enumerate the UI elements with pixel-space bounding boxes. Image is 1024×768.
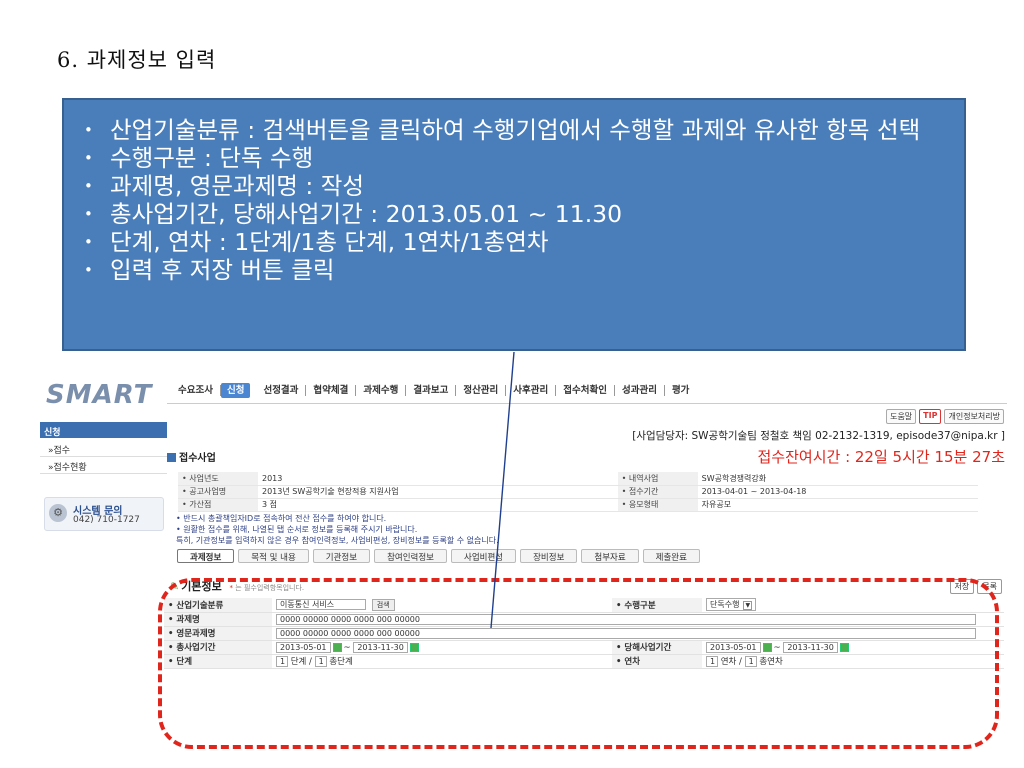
bullet-icon: • — [84, 149, 93, 167]
table-row: • 사업년도 2013 • 내역사업 SW공학경쟁력강화 — [178, 472, 978, 486]
nav-item[interactable]: 결과보고 — [406, 384, 457, 396]
logo: SMART — [46, 380, 153, 410]
divider — [167, 403, 1007, 404]
tab-purpose[interactable]: 목적 및 내용 — [238, 549, 309, 563]
nav-item[interactable]: 사후관리 — [506, 384, 557, 396]
tab-budget[interactable]: 사업비편성 — [451, 549, 517, 563]
remaining-time: 접수잔여시간 : 22일 5시간 15분 27초 — [757, 448, 1006, 466]
tab-equipment[interactable]: 장비정보 — [520, 549, 578, 563]
section-icon — [167, 453, 176, 462]
tip-button[interactable]: TIP — [919, 409, 942, 424]
nav-item[interactable]: 협약체결 — [306, 384, 357, 396]
form-tabs: 과제정보 목적 및 내용 기관정보 참여인력정보 사업비편성 장비정보 첨부자료… — [177, 549, 700, 563]
bullet-item: • 과제명, 영문과제명 : 작성 — [84, 172, 364, 200]
sidebar-item-receipt[interactable]: »접수 — [48, 443, 70, 456]
bullet-icon: • — [84, 233, 93, 251]
tab-attachments[interactable]: 첨부자료 — [581, 549, 639, 563]
tab-staff[interactable]: 참여인력정보 — [374, 549, 447, 563]
divider — [40, 456, 167, 457]
slide-title: 6. 과제정보 입력 — [57, 48, 217, 72]
nav-item[interactable]: 수요조사 — [171, 384, 221, 396]
help-button[interactable]: 도움말 — [886, 409, 917, 424]
privacy-link[interactable]: 개인정보처리방 — [944, 409, 1004, 424]
contact-info: [사업담당자: SW공학기술팀 정철호 책임 02-2132-1319, epi… — [632, 430, 1005, 442]
nav-item[interactable]: 접수처확인 — [556, 384, 615, 396]
bullet-icon: • — [84, 205, 93, 223]
bullet-icon: • — [84, 177, 93, 195]
bullet-item: • 단계, 연차 : 1단계/1총 단계, 1연차/1총연차 — [84, 228, 549, 256]
notice-text: • 반드시 총괄책임자ID로 접속하여 전산 접수를 하여야 합니다. • 원활… — [176, 514, 499, 545]
nav-item[interactable]: 선정결과 — [256, 384, 307, 396]
program-info-table: • 사업년도 2013 • 내역사업 SW공학경쟁력강화 • 공고사업명 201… — [178, 472, 978, 512]
bullet-icon: • — [84, 261, 93, 279]
nav-item[interactable]: 평가 — [665, 385, 696, 396]
tab-submit[interactable]: 제출완료 — [642, 549, 700, 563]
bullet-item: • 입력 후 저장 버튼 클릭 — [84, 256, 335, 284]
tool-links: 도움말 TIP 개인정보처리방 — [886, 409, 1004, 424]
sidebar-item-status[interactable]: »접수현황 — [48, 460, 87, 473]
sidebar: SMART 신청 »접수 »접수현황 ⚙ 시스템 문의 042) 710-172… — [40, 377, 167, 729]
bullet-icon: • — [84, 121, 93, 139]
nav-item[interactable]: 과제수행 — [356, 384, 407, 396]
nav-item[interactable]: 성과관리 — [615, 384, 665, 396]
nav-item-active[interactable]: 신청 — [220, 382, 251, 398]
system-inquiry[interactable]: ⚙ 시스템 문의 042) 710-1727 — [44, 497, 164, 531]
wrench-icon: ⚙ — [49, 504, 67, 522]
top-nav: 수요조사 신청 선정결과 협약체결 과제수행 결과보고 정산관리 사후관리 접수… — [171, 381, 696, 399]
system-inquiry-phone: 042) 710-1727 — [73, 515, 140, 525]
table-row: • 공고사업명 2013년 SW공학기술 현장적용 지원사업 • 접수기간 20… — [178, 485, 978, 499]
table-row: • 가산점 3 점 • 응모형태 자유공모 — [178, 498, 978, 512]
bullet-item: • 총사업기간, 당해사업기간 : 2013.05.01 ~ 11.30 — [84, 200, 623, 228]
bullet-item: • 수행구분 : 단독 수행 — [84, 144, 314, 172]
divider — [40, 473, 167, 474]
bullet-item: • 산업기술분류 : 검색버튼을 클릭하여 수행기업에서 수행할 과제와 유사한 … — [84, 116, 921, 144]
nav-item[interactable]: 정산관리 — [456, 384, 507, 396]
sidebar-header: 신청 — [40, 422, 167, 438]
instruction-callout: • 산업기술분류 : 검색버튼을 클릭하여 수행기업에서 수행할 과제와 유사한 … — [62, 98, 966, 351]
section-title: 접수사업 — [167, 449, 216, 464]
tab-project-info[interactable]: 과제정보 — [177, 549, 235, 563]
highlight-outline — [158, 578, 999, 749]
tab-org-info[interactable]: 기관정보 — [312, 549, 371, 563]
